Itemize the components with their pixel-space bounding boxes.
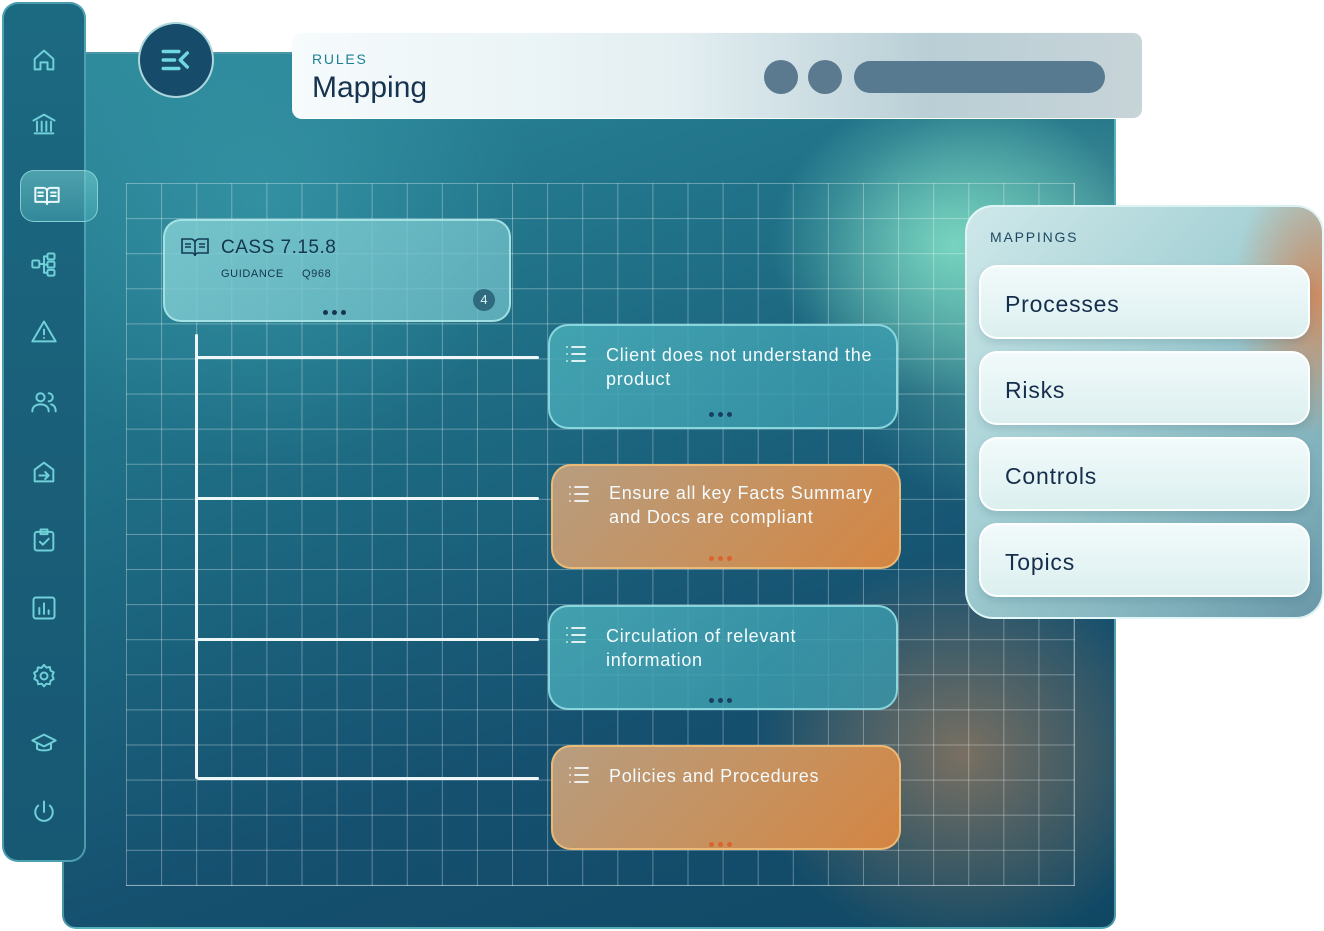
settings-icon: [33, 663, 55, 688]
nav-logout[interactable]: [20, 788, 68, 836]
rule-ref-tag: Q968: [302, 268, 332, 280]
rule-card[interactable]: CASS 7.15.8 GUIDANCE Q968 4: [163, 219, 511, 322]
tree-connector-branch: [197, 638, 539, 641]
page-title: Mapping: [312, 71, 428, 104]
node-label: Circulation of relevant information: [606, 626, 797, 670]
node-label: Client does not understand the product: [606, 345, 873, 389]
clipboard-check-icon: [33, 528, 55, 552]
warning-icon: [31, 320, 57, 343]
sidebar: [2, 2, 98, 862]
users-icon: [31, 392, 57, 413]
more-options-icon[interactable]: [323, 310, 346, 315]
header-action-2[interactable]: [808, 60, 842, 94]
mapping-option-label: Processes: [1005, 291, 1120, 317]
nav-institution[interactable]: [20, 100, 68, 148]
node-card[interactable]: Circulation of relevant information: [548, 605, 898, 710]
header-action-1[interactable]: [764, 60, 798, 94]
tree-connector-branch: [197, 777, 539, 780]
nav-processes[interactable]: [20, 240, 68, 288]
bar-chart-icon: [32, 596, 56, 620]
more-options-icon[interactable]: [709, 412, 732, 417]
nav-users[interactable]: [20, 378, 68, 426]
page-header: RULES Mapping: [292, 32, 1143, 119]
bank-icon: [32, 113, 56, 135]
more-options-icon[interactable]: [709, 556, 732, 561]
node-label: Ensure all key Facts Summary and Docs ar…: [609, 483, 873, 527]
list-icon: [569, 767, 589, 783]
mappings-heading: MAPPINGS: [990, 229, 1079, 245]
nav-tasks[interactable]: [20, 516, 68, 564]
node-card[interactable]: Client does not understand the product: [548, 324, 898, 429]
header-search-bar[interactable]: [854, 61, 1105, 93]
power-icon: [34, 800, 54, 822]
mapping-option-label: Topics: [1005, 549, 1075, 575]
node-label: Policies and Procedures: [609, 766, 820, 786]
mapping-option-controls[interactable]: Controls: [979, 437, 1310, 511]
home-icon: [33, 49, 55, 71]
mappings-panel: MAPPINGS Processes Risks Controls Topics: [965, 205, 1324, 619]
book-icon: [181, 238, 209, 257]
tree-connector-branch: [197, 497, 539, 500]
import-icon: [33, 461, 55, 483]
nav-import[interactable]: [20, 448, 68, 496]
list-icon: [566, 346, 586, 362]
mapping-option-label: Risks: [1005, 377, 1066, 403]
rule-code: CASS 7.15.8: [221, 237, 337, 258]
nav-training[interactable]: [20, 720, 68, 768]
nav-reports[interactable]: [20, 584, 68, 632]
more-options-icon[interactable]: [709, 842, 732, 847]
more-options-icon[interactable]: [709, 698, 732, 703]
rule-type-tag: GUIDANCE: [221, 268, 284, 280]
node-card[interactable]: Policies and Procedures: [551, 745, 901, 850]
list-icon: [569, 486, 589, 502]
collapse-sidebar-button[interactable]: [138, 22, 214, 98]
nav-settings[interactable]: [20, 652, 68, 700]
section-eyebrow: RULES: [312, 51, 368, 67]
nav-risks[interactable]: [20, 308, 68, 356]
mapping-option-risks[interactable]: Risks: [979, 351, 1310, 425]
workflow-icon: [31, 252, 56, 277]
mapping-count-badge: 4: [473, 289, 495, 311]
graduation-cap-icon: [31, 733, 57, 752]
tree-connector-branch: [197, 356, 539, 359]
mapping-option-topics[interactable]: Topics: [979, 523, 1310, 597]
collapse-menu-icon: [161, 49, 190, 71]
mapping-option-processes[interactable]: Processes: [979, 265, 1310, 339]
mapping-option-label: Controls: [1005, 463, 1098, 489]
book-icon: [34, 186, 60, 206]
nav-home[interactable]: [20, 36, 68, 84]
tree-connector-trunk: [195, 334, 198, 779]
nav-rules[interactable]: [20, 170, 98, 222]
list-icon: [566, 627, 586, 643]
node-card[interactable]: Ensure all key Facts Summary and Docs ar…: [551, 464, 901, 569]
